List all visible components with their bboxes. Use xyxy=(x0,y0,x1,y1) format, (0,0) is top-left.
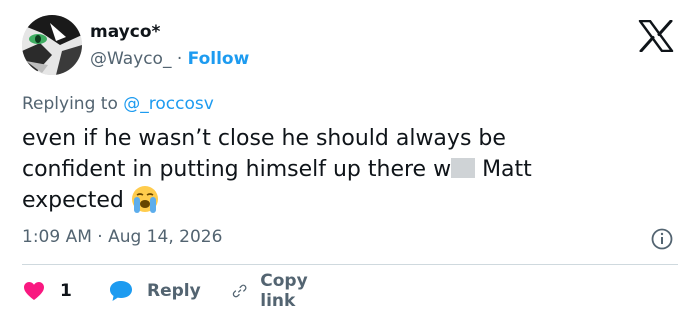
link-icon xyxy=(232,284,247,298)
like-button[interactable]: 1 xyxy=(22,276,72,306)
separator-dot: · xyxy=(176,49,183,69)
heart-icon xyxy=(24,282,44,300)
tweet-line-2: confident in putting himself up there w … xyxy=(22,154,672,185)
reply-context: Replying to @_roccosv xyxy=(22,94,214,114)
crying-face-emoji xyxy=(131,186,158,213)
tweet-line-3: expected xyxy=(22,185,672,216)
x-logo-icon[interactable] xyxy=(638,20,674,52)
avatar-image xyxy=(22,15,82,75)
tweet-line-2b: Matt xyxy=(482,157,532,182)
tweet-text: even if he wasn’t close he should always… xyxy=(22,123,672,216)
follow-button[interactable]: Follow xyxy=(188,49,250,69)
avatar[interactable] xyxy=(22,15,82,75)
author-display-name[interactable]: mayco* xyxy=(90,22,160,42)
info-icon[interactable] xyxy=(651,228,673,250)
tweet-line-1: even if he wasn’t close he should always… xyxy=(22,126,506,151)
copy-link-button[interactable]: Copy link xyxy=(232,271,316,311)
author-handle[interactable]: @Wayco_ xyxy=(90,49,171,69)
divider xyxy=(22,264,678,265)
tweet-line-3-text: expected xyxy=(22,188,124,213)
tweet-line-2a: confident in putting himself up there w xyxy=(22,157,452,182)
reply-bubble-icon xyxy=(110,281,132,301)
reply-label: Reply xyxy=(147,281,201,301)
like-count: 1 xyxy=(60,281,72,301)
tweet-timestamp[interactable]: 1:09 AM · Aug 14, 2026 xyxy=(22,227,222,247)
reply-mention-link[interactable]: @_roccosv xyxy=(123,94,214,114)
reply-button[interactable]: Reply xyxy=(108,276,201,306)
copy-link-label: Copy link xyxy=(260,271,308,311)
author-handle-row: @Wayco_ · Follow xyxy=(90,49,249,69)
redaction-block xyxy=(451,158,476,178)
reply-prefix: Replying to xyxy=(22,94,118,114)
